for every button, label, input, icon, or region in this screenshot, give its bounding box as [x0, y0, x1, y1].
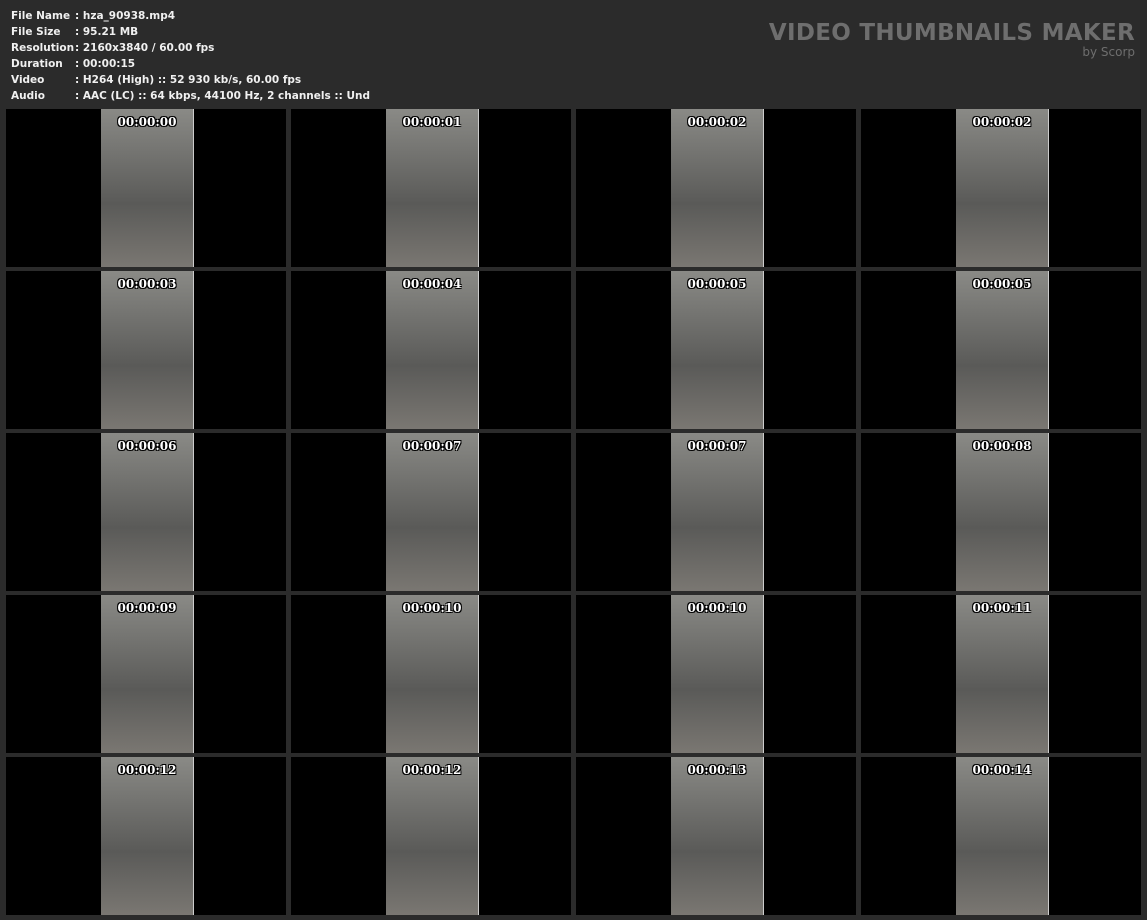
video-frame: [386, 757, 479, 915]
file-info: File Name : hza_90938.mp4 File Size : 95.21…: [11, 8, 370, 104]
video-frame: [101, 757, 194, 915]
thumbnail-cell[interactable]: 00:00:02: [576, 109, 856, 267]
thumbnail-cell[interactable]: 00:00:07: [291, 433, 571, 591]
thumbnail-cell[interactable]: 00:00:06: [6, 433, 286, 591]
info-value: : 00:00:15: [75, 58, 136, 70]
info-value: : H264 (High) :: 52 930 kb/s, 60.00 fps: [75, 74, 302, 86]
brand-subtitle: by Scorp: [1082, 45, 1135, 59]
video-frame: [671, 433, 764, 591]
video-frame: [386, 271, 479, 429]
timestamp: 00:00:11: [972, 601, 1032, 615]
brand-title: VIDEO THUMBNAILS MAKER: [768, 20, 1135, 46]
info-value: : 95.21 MB: [75, 26, 139, 38]
thumbnail-cell[interactable]: 00:00:05: [576, 271, 856, 429]
video-frame: [956, 109, 1049, 267]
info-row: Duration : 00:00:15: [11, 56, 370, 72]
timestamp: 00:00:06: [117, 439, 177, 453]
timestamp: 00:00:02: [972, 115, 1032, 129]
info-value: : AAC (LC) :: 64 kbps, 44100 Hz, 2 chann…: [75, 90, 370, 102]
timestamp: 00:00:02: [687, 115, 747, 129]
timestamp: 00:00:00: [117, 115, 177, 129]
info-row: Video : H264 (High) :: 52 930 kb/s, 60.00…: [11, 72, 370, 88]
timestamp: 00:00:03: [117, 277, 177, 291]
timestamp: 00:00:12: [402, 763, 462, 777]
thumbnail-cell[interactable]: 00:00:10: [576, 595, 856, 753]
info-label: Audio: [11, 90, 45, 102]
thumbnail-cell[interactable]: 00:00:09: [6, 595, 286, 753]
video-frame: [671, 271, 764, 429]
video-frame: [101, 109, 194, 267]
timestamp: 00:00:04: [402, 277, 462, 291]
timestamp: 00:00:12: [117, 763, 177, 777]
video-frame: [101, 271, 194, 429]
info-row: File Size : 95.21 MB: [11, 24, 370, 40]
thumbnail-cell[interactable]: 00:00:05: [861, 271, 1141, 429]
thumbnail-cell[interactable]: 00:00:14: [861, 757, 1141, 915]
thumbnail-cell[interactable]: 00:00:03: [6, 271, 286, 429]
timestamp: 00:00:10: [402, 601, 462, 615]
video-frame: [101, 433, 194, 591]
timestamp: 00:00:07: [687, 439, 747, 453]
thumbnail-cell[interactable]: 00:00:07: [576, 433, 856, 591]
info-row: Audio : AAC (LC) :: 64 kbps, 44100 Hz, 2 …: [11, 88, 370, 104]
info-label: Video: [11, 74, 45, 86]
video-frame: [386, 595, 479, 753]
thumbnail-grid: 00:00:00 00:00:01 00:00:02 00:00:02 00:00:03…: [6, 109, 1141, 915]
thumbnail-cell[interactable]: 00:00:12: [6, 757, 286, 915]
timestamp: 00:00:13: [687, 763, 747, 777]
info-value: : 2160x3840 / 60.00 fps: [75, 42, 215, 54]
info-label: Resolution: [11, 42, 75, 54]
thumbnail-cell[interactable]: 00:00:04: [291, 271, 571, 429]
timestamp: 00:00:05: [972, 277, 1032, 291]
video-frame: [386, 433, 479, 591]
timestamp: 00:00:07: [402, 439, 462, 453]
thumbnail-cell[interactable]: 00:00:13: [576, 757, 856, 915]
thumbnail-cell[interactable]: 00:00:10: [291, 595, 571, 753]
thumbnail-cell[interactable]: 00:00:11: [861, 595, 1141, 753]
video-frame: [671, 109, 764, 267]
timestamp: 00:00:14: [972, 763, 1032, 777]
info-label: File Size: [11, 26, 61, 38]
info-label: Duration: [11, 58, 63, 70]
timestamp: 00:00:09: [117, 601, 177, 615]
video-frame: [956, 757, 1049, 915]
thumbnail-cell[interactable]: 00:00:00: [6, 109, 286, 267]
video-frame: [956, 271, 1049, 429]
info-value: : hza_90938.mp4: [75, 10, 176, 22]
timestamp: 00:00:08: [972, 439, 1032, 453]
video-frame: [956, 433, 1049, 591]
thumbnail-cell[interactable]: 00:00:01: [291, 109, 571, 267]
thumbnail-cell[interactable]: 00:00:12: [291, 757, 571, 915]
video-frame: [101, 595, 194, 753]
info-label: File Name: [11, 10, 71, 22]
timestamp: 00:00:10: [687, 601, 747, 615]
timestamp: 00:00:05: [687, 277, 747, 291]
info-row: Resolution: 2160x3840 / 60.00 fps: [11, 40, 370, 56]
info-row: File Name : hza_90938.mp4: [11, 8, 370, 24]
brand-logo: VIDEO THUMBNAILS MAKER by Scorp: [769, 20, 1135, 58]
video-frame: [671, 757, 764, 915]
video-frame: [671, 595, 764, 753]
thumbnail-cell[interactable]: 00:00:02: [861, 109, 1141, 267]
timestamp: 00:00:01: [402, 115, 462, 129]
thumbnail-cell[interactable]: 00:00:08: [861, 433, 1141, 591]
video-frame: [956, 595, 1049, 753]
video-frame: [386, 109, 479, 267]
